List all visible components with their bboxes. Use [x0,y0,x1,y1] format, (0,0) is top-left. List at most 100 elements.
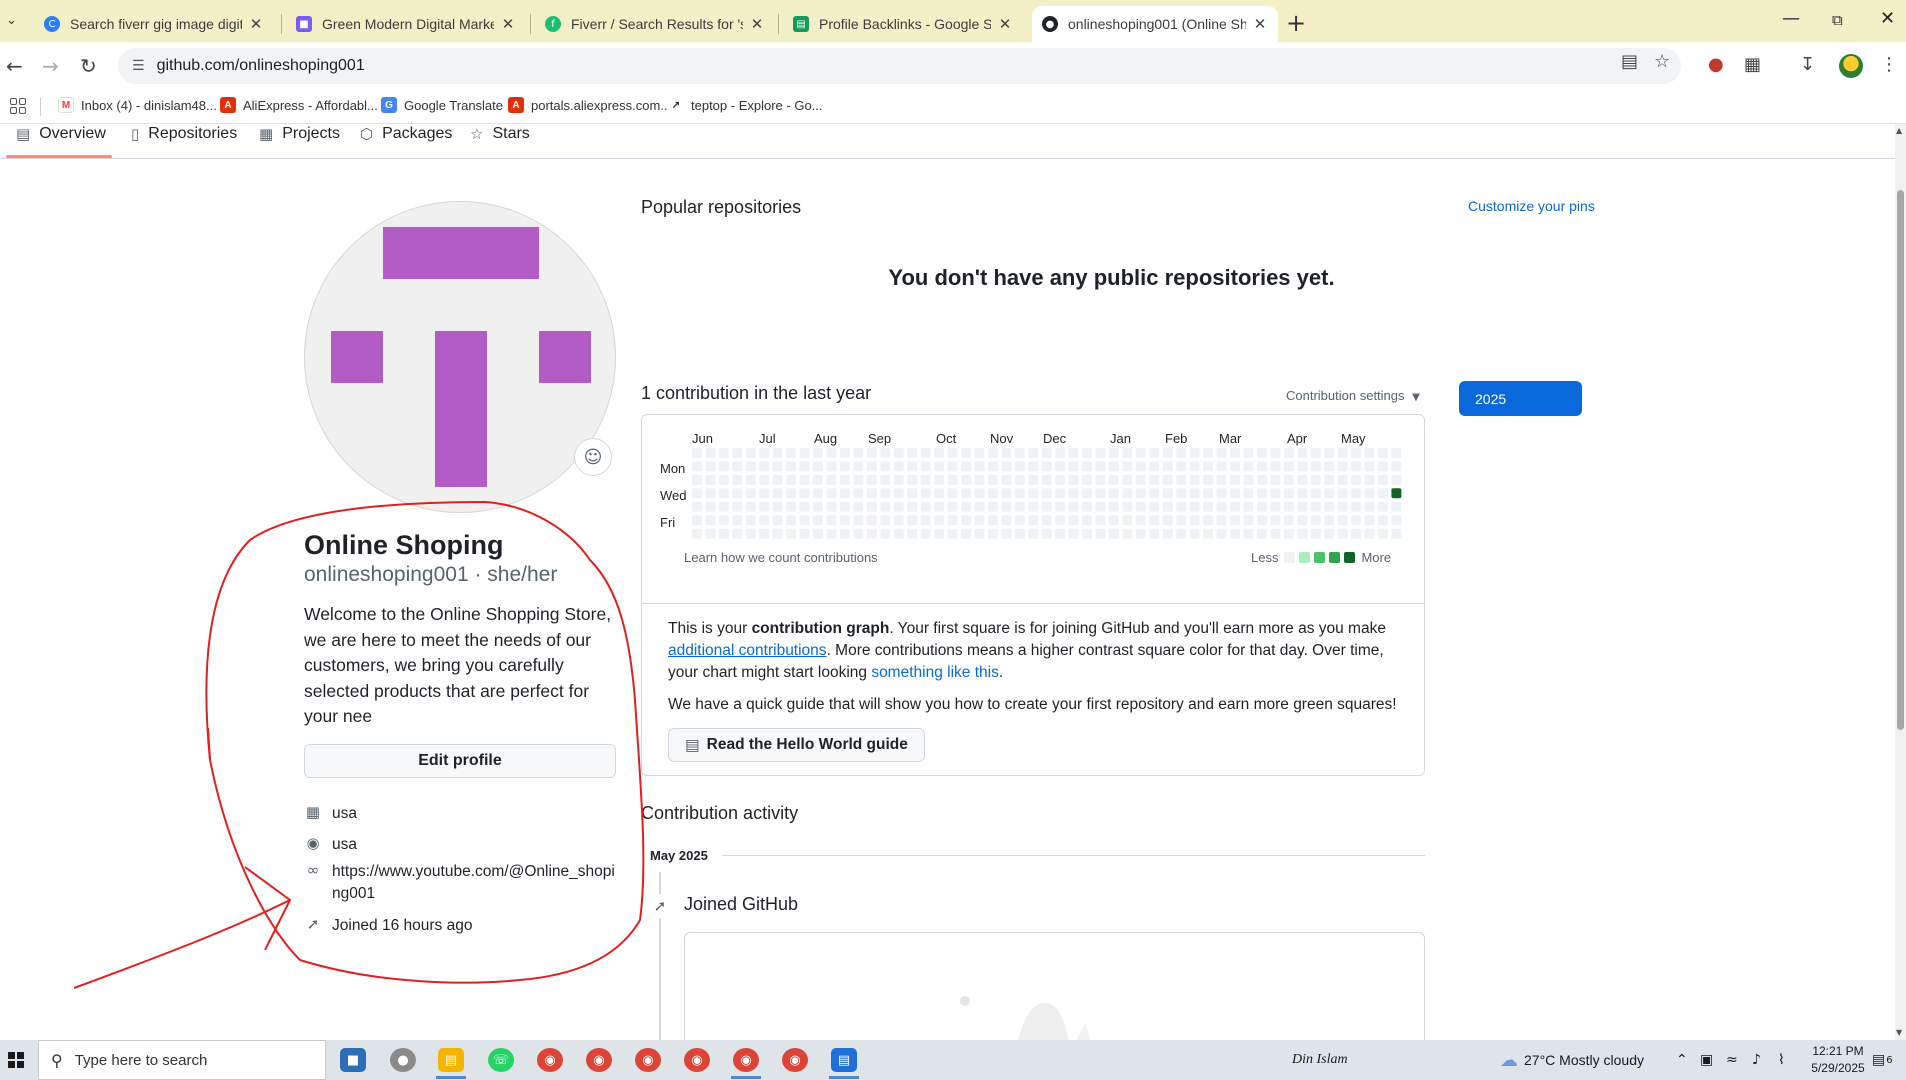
contribution-day[interactable] [1001,488,1012,499]
contribution-day[interactable] [1041,461,1052,472]
contribution-day[interactable] [1270,474,1281,485]
contribution-day[interactable] [1230,528,1240,539]
contribution-day[interactable] [1256,515,1267,526]
contribution-day[interactable] [786,474,797,485]
contribution-day[interactable] [1256,488,1267,499]
chrome-icon[interactable]: ◉ [782,1048,808,1072]
contribution-day[interactable] [893,528,904,539]
contribution-day[interactable] [1364,515,1375,526]
contribution-day[interactable] [853,488,864,499]
contribution-day[interactable] [813,448,823,458]
contribution-day[interactable] [1082,461,1092,472]
contribution-day[interactable] [839,515,850,526]
chrome-icon[interactable]: ◉ [635,1048,661,1072]
contribution-day[interactable] [1310,448,1321,458]
contribution-day[interactable] [1176,528,1187,539]
extension-icon[interactable]: ● [1708,54,1724,75]
whatsapp-icon[interactable]: ☏ [488,1048,514,1072]
hello-world-guide-button[interactable]: ▤ Read the Hello World guide [668,728,925,762]
contribution-day[interactable] [1310,501,1321,512]
contribution-day[interactable] [1203,501,1214,512]
contribution-day[interactable] [1391,515,1402,526]
contribution-day[interactable] [1377,528,1388,539]
contribution-day[interactable] [1014,528,1025,539]
contribution-day[interactable] [1055,528,1066,539]
contribution-day[interactable] [759,474,770,485]
file-explorer-icon[interactable]: ▤ [438,1048,464,1072]
contribution-day[interactable] [987,474,998,485]
contribution-day[interactable] [961,528,971,539]
contribution-day[interactable] [1256,528,1267,539]
contribution-day[interactable] [934,488,945,499]
contribution-day[interactable] [974,461,985,472]
contribution-day[interactable] [839,461,850,472]
contribution-day[interactable] [705,488,716,499]
contribution-day[interactable] [1001,448,1012,458]
scrollbar-thumb[interactable] [1897,190,1904,730]
contribution-day[interactable] [893,461,904,472]
contribution-day[interactable] [826,461,837,472]
contribution-day[interactable] [718,515,729,526]
contribution-day[interactable] [1351,488,1361,499]
edit-profile-button[interactable]: Edit profile [304,744,616,778]
contribution-day[interactable] [1203,488,1214,499]
contribution-day[interactable] [1203,474,1214,485]
contribution-day[interactable] [1135,474,1146,485]
contribution-day[interactable] [692,528,702,539]
contribution-day[interactable] [1108,501,1119,512]
browser-tab[interactable]: f Fiverr / Search Results for 'seo pro ✕ [535,6,775,42]
contribution-day[interactable] [1108,474,1119,485]
contribution-day[interactable] [1230,488,1240,499]
contribution-day[interactable] [1243,474,1254,485]
contribution-day[interactable] [1351,515,1361,526]
contribution-day[interactable] [786,528,797,539]
contribution-day[interactable] [1041,474,1052,485]
contribution-day[interactable] [1108,488,1119,499]
contribution-day[interactable] [1377,488,1388,499]
contribution-day[interactable] [705,448,716,458]
contribution-day[interactable] [1310,528,1321,539]
contribution-day[interactable] [1391,528,1402,539]
contribution-day[interactable] [1162,515,1173,526]
contribution-day[interactable] [705,528,716,539]
contribution-day[interactable] [759,501,770,512]
new-tab-icon[interactable]: + [1286,9,1306,37]
contribution-day[interactable] [1122,461,1133,472]
contribution-day[interactable] [1270,515,1281,526]
contribution-day[interactable] [974,528,985,539]
contribution-day[interactable] [1230,448,1240,458]
contribution-day[interactable] [759,488,770,499]
contribution-day[interactable] [745,448,756,458]
contribution-day[interactable] [853,448,864,458]
install-app-icon[interactable]: ▤ [1621,51,1638,72]
contribution-day[interactable] [1176,501,1187,512]
contribution-day[interactable] [826,515,837,526]
contribution-day[interactable] [839,528,850,539]
contribution-day[interactable] [1082,474,1092,485]
taskbar-app-icon[interactable]: ● [390,1048,416,1072]
contribution-day[interactable] [1068,474,1079,485]
contribution-day[interactable] [1041,448,1052,458]
contribution-day[interactable] [1337,515,1348,526]
contribution-day[interactable] [1176,515,1187,526]
additional-contributions-link[interactable]: additional contributions [668,642,827,659]
contribution-day[interactable] [1324,474,1335,485]
back-icon[interactable]: ← [6,54,23,78]
contribution-day[interactable] [880,515,891,526]
contribution-day[interactable] [1014,448,1025,458]
contribution-day[interactable] [718,528,729,539]
contribution-day[interactable] [987,515,998,526]
tab-packages[interactable]: ⬡ Packages [360,124,452,159]
contribution-day[interactable] [1122,515,1133,526]
contribution-day[interactable] [813,515,823,526]
contribution-day[interactable] [732,515,743,526]
url-text[interactable]: github.com/onlineshoping001 [157,57,365,75]
contribution-day[interactable] [1001,461,1012,472]
contribution-day[interactable] [947,528,958,539]
contribution-day[interactable] [1095,515,1106,526]
contribution-day[interactable] [934,528,945,539]
contribution-day[interactable] [1283,501,1294,512]
chrome-icon[interactable]: ◉ [684,1048,710,1072]
notifications-icon[interactable]: ▤ 6 [1872,1040,1893,1080]
contribution-day[interactable] [1324,448,1335,458]
